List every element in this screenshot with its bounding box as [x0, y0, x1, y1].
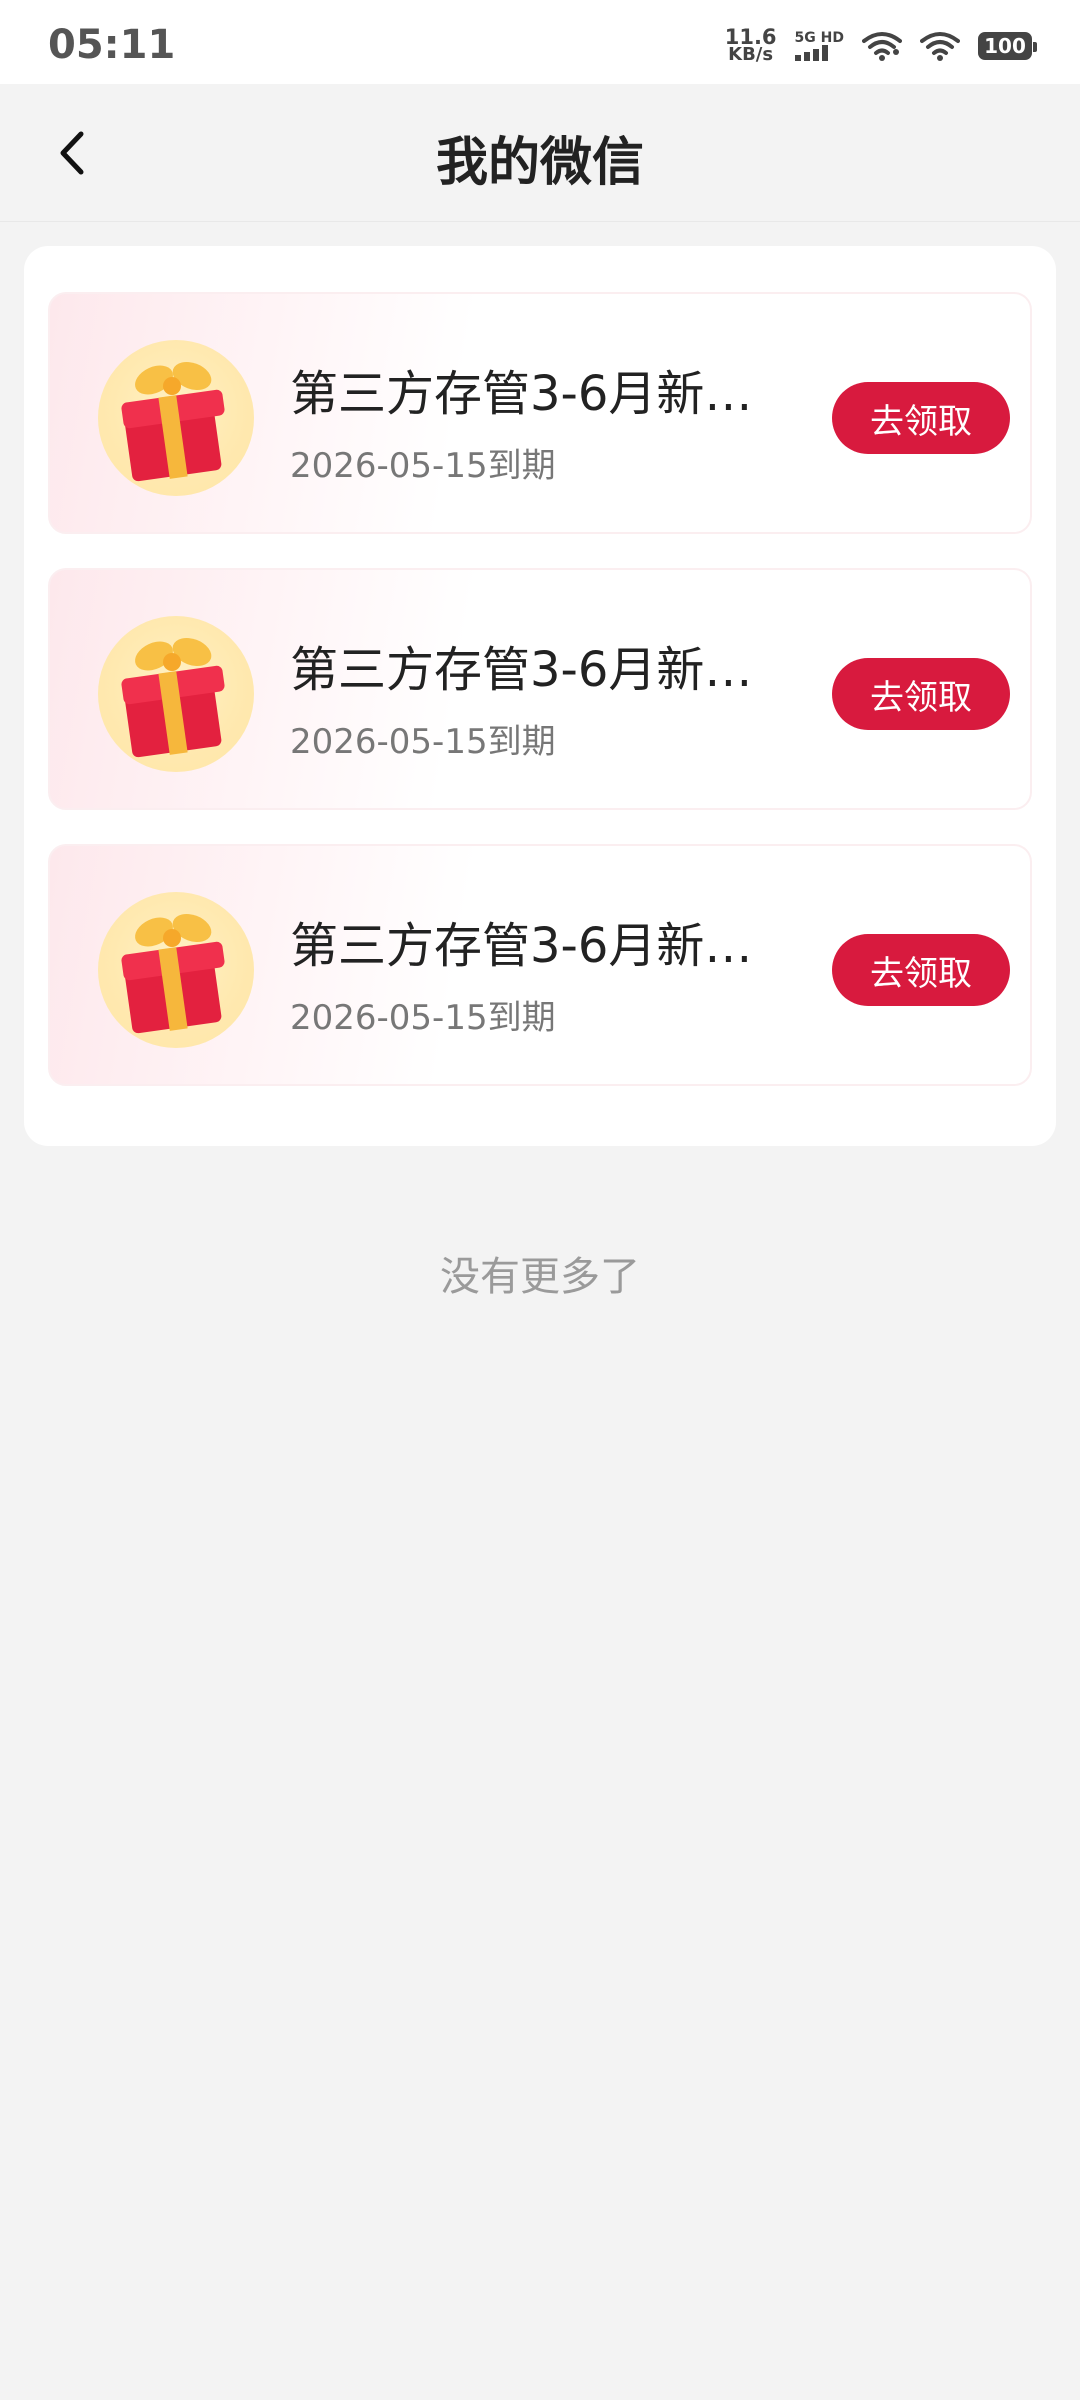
coupon-title: 第三方存管3-6月新… [290, 366, 753, 422]
coupon-item[interactable]: 第三方存管3-6月新… 2026-05-15到期 去领取 [48, 568, 1032, 810]
status-time: 05:11 [48, 22, 176, 68]
coupon-list-card: 第三方存管3-6月新… 2026-05-15到期 去领取 第三方存管3-6月新…… [24, 246, 1056, 1146]
wifi-icon [862, 32, 902, 61]
gift-icon [98, 892, 254, 1048]
claim-button[interactable]: 去领取 [832, 658, 1010, 730]
status-icons: 11.6 KB/s 5G HD 100 [725, 26, 1037, 66]
coupon-expiry: 2026-05-15到期 [290, 722, 556, 762]
gift-icon [98, 340, 254, 496]
coupon-expiry: 2026-05-15到期 [290, 998, 556, 1038]
no-more-text: 没有更多了 [440, 1254, 640, 1300]
coupon-item[interactable]: 第三方存管3-6月新… 2026-05-15到期 去领取 [48, 844, 1032, 1086]
network-speed-unit: KB/s [728, 44, 774, 65]
coupon-title: 第三方存管3-6月新… [290, 918, 753, 974]
claim-button[interactable]: 去领取 [832, 934, 1010, 1006]
page-title: 我的微信 [435, 133, 644, 193]
claim-button[interactable]: 去领取 [832, 382, 1010, 454]
network-type-label: 5G HD [794, 30, 844, 46]
page-header: 我的微信 [0, 84, 1080, 222]
coupon-item[interactable]: 第三方存管3-6月新… 2026-05-15到期 去领取 [48, 292, 1032, 534]
signal-bars-icon [794, 45, 828, 61]
coupon-title: 第三方存管3-6月新… [290, 642, 753, 698]
coupon-expiry: 2026-05-15到期 [290, 446, 556, 486]
status-bar: 05:11 11.6 KB/s 5G HD 100 [0, 0, 1080, 84]
network-speed: 11.6 KB/s [725, 27, 777, 65]
wifi-icon [920, 32, 960, 61]
cellular-signal: 5G HD [794, 30, 844, 61]
battery-icon: 100 [978, 32, 1037, 60]
gift-icon [98, 616, 254, 772]
